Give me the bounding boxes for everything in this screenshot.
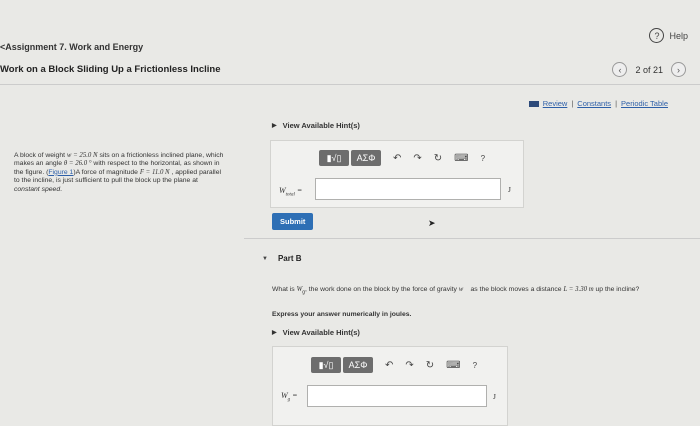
math-toolbar: ▮√▯ ΑΣΦ ↶ ↷ ↻ ⌨ ? (311, 357, 477, 373)
constant-speed-text: constant speed (14, 185, 61, 193)
symbols-button[interactable]: ΑΣΦ (351, 150, 381, 166)
keyboard-icon[interactable]: ⌨ (446, 360, 460, 371)
math-toolbar: ▮√▯ ΑΣΦ ↶ ↷ ↻ ⌨ ? (319, 150, 485, 166)
problem-text: )A force of magnitude (73, 168, 140, 176)
pager-count: 2 of 21 (635, 64, 663, 75)
assignment-title: Assignment 7. Work and Energy (5, 42, 144, 52)
angle-expression: θ = 26.0 ° (63, 160, 92, 168)
separator: | (615, 99, 618, 108)
cursor-icon: ➤ (428, 218, 436, 228)
part-b-header[interactable]: ▼ Part B (262, 254, 302, 263)
next-item-button[interactable]: › (671, 62, 686, 77)
part-b-label: Part B (277, 254, 302, 263)
problem-statement: A block of weight w = 25.0 N sits on a f… (14, 152, 224, 194)
problem-text: A block of weight (14, 152, 67, 159)
answer-input[interactable] (315, 178, 501, 200)
page-title: Work on a Block Sliding Up a Frictionles… (0, 64, 221, 75)
keyboard-icon[interactable]: ⌨ (454, 153, 468, 164)
variable-subscript: total (285, 192, 295, 198)
undo-icon[interactable]: ↶ (385, 360, 393, 371)
unit-label: J (493, 392, 496, 401)
question-text: What is (272, 286, 297, 293)
reset-icon[interactable]: ↻ (426, 360, 434, 371)
collapse-icon: ▼ (262, 255, 268, 262)
weight-expression: w = 25.0 N (66, 152, 98, 159)
force-expression: F = 11.0 N (139, 168, 170, 176)
hints-label: View Available Hint(s) (282, 121, 360, 130)
answer-widget-part-b: ▮√▯ ΑΣΦ ↶ ↷ ↻ ⌨ ? Wg = J (272, 346, 508, 426)
answer-variable-label: Wg = (281, 391, 298, 403)
problem-text: . (60, 185, 62, 193)
prev-item-button[interactable]: ‹ (612, 62, 628, 77)
templates-button[interactable]: ▮√▯ (319, 150, 349, 166)
pager: ‹ 2 of 21 › (612, 62, 686, 77)
undo-icon[interactable]: ↶ (393, 153, 401, 164)
submit-button[interactable]: Submit (272, 213, 314, 230)
help-icon[interactable]: ? (481, 154, 485, 163)
question-text: up the incline? (593, 286, 640, 293)
caret-right-icon: ▶ (272, 123, 277, 129)
help-link[interactable]: ? Help (649, 28, 688, 43)
figure-link[interactable]: Figure 1 (48, 169, 73, 176)
weight-vector: w⃗ (458, 286, 469, 293)
separator: | (571, 99, 574, 108)
view-hints-toggle[interactable]: ▶ View Available Hint(s) (272, 121, 360, 130)
unit-label: J (508, 185, 511, 194)
reset-icon[interactable]: ↻ (434, 153, 442, 164)
equals-sign: = (294, 186, 303, 195)
templates-button[interactable]: ▮√▯ (311, 357, 341, 373)
answer-input-part-b[interactable] (307, 385, 487, 407)
help-icon[interactable]: ? (473, 361, 477, 370)
distance-expression: L = 3.30 m (563, 286, 594, 293)
hints-label: View Available Hint(s) (282, 328, 360, 337)
review-link[interactable]: Review (543, 99, 568, 108)
redo-icon[interactable]: ↷ (413, 153, 421, 164)
answer-widget-part-a: ▮√▯ ΑΣΦ ↶ ↷ ↻ ⌨ ? Wtotal = J (270, 140, 524, 208)
answer-instructions: Express your answer numerically in joule… (272, 311, 412, 318)
caret-right-icon: ▶ (272, 330, 277, 336)
help-label: Help (669, 30, 688, 41)
help-icon: ? (649, 28, 665, 43)
constants-link[interactable]: Constants (577, 99, 611, 108)
resource-links: Review | Constants | Periodic Table (528, 99, 668, 108)
question-text: as the block moves a distance (468, 286, 564, 293)
view-hints-toggle-part-b[interactable]: ▶ View Available Hint(s) (272, 328, 360, 337)
variable-symbol: W (281, 391, 288, 400)
periodic-table-link[interactable]: Periodic Table (621, 99, 668, 108)
symbols-button[interactable]: ΑΣΦ (343, 357, 373, 373)
book-icon (528, 100, 539, 107)
divider (0, 84, 700, 85)
variable-symbol: W (279, 186, 286, 195)
redo-icon[interactable]: ↷ (405, 360, 413, 371)
equals-sign: = (290, 391, 298, 400)
question-text: , the work done on the block by the forc… (305, 286, 459, 293)
back-to-assignment-link[interactable]: <Assignment 7. Work and Energy (0, 42, 143, 52)
divider (244, 238, 700, 239)
answer-variable-label: Wtotal = (279, 186, 302, 198)
part-b-question: What is Wg, the work done on the block b… (272, 285, 682, 297)
